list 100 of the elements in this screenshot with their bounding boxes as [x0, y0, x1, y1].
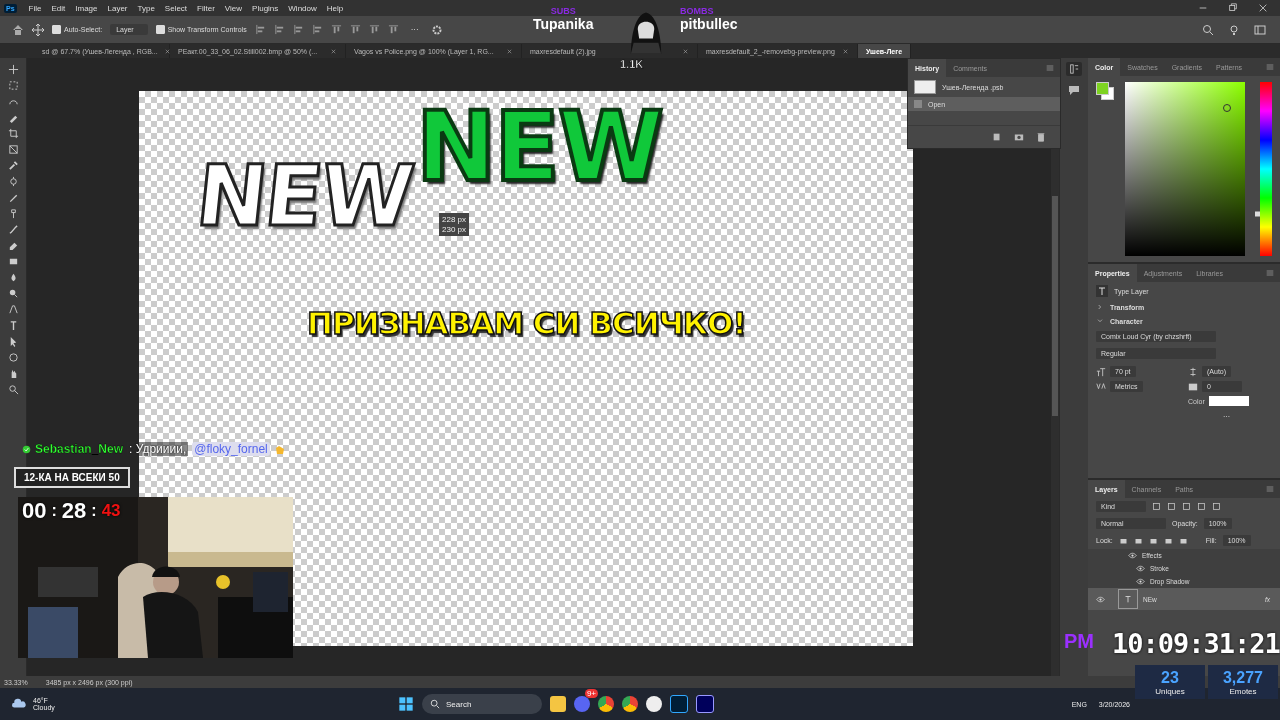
align-right-icon[interactable] — [292, 24, 304, 35]
stat-card: 3,277 Emotes — [1208, 665, 1278, 699]
comment-icon[interactable] — [1068, 84, 1080, 96]
canvas-text[interactable]: NEW — [191, 147, 417, 245]
image-filter-icon[interactable] — [1152, 502, 1161, 511]
search-icon — [430, 699, 440, 709]
type-icon — [1123, 594, 1133, 604]
hue-slider-thumb[interactable] — [1255, 211, 1260, 217]
visibility-icon[interactable] — [1136, 577, 1145, 586]
adjustment-filter-icon[interactable] — [1167, 502, 1176, 511]
close-icon[interactable] — [1258, 3, 1268, 13]
close-icon[interactable] — [682, 47, 689, 55]
menu-item[interactable]: Window — [284, 3, 321, 13]
align-bottom-icon[interactable] — [368, 24, 380, 35]
frame-icon[interactable] — [7, 144, 19, 155]
start-icon[interactable] — [398, 696, 414, 712]
subscriber-name: Tupanika — [533, 16, 594, 32]
zoom-icon[interactable] — [7, 384, 19, 395]
new-document-icon[interactable] — [992, 132, 1002, 142]
tracking-icon — [1188, 381, 1198, 392]
measure-tooltip: 228 px 230 px — [439, 213, 470, 236]
hue-slider[interactable] — [1255, 82, 1272, 256]
distribute-vertical-icon[interactable] — [387, 24, 399, 35]
chat-app-icon[interactable] — [574, 696, 590, 712]
align-center-icon[interactable] — [273, 24, 285, 35]
camera-icon[interactable] — [1014, 132, 1024, 142]
text-color-swatch[interactable] — [1208, 396, 1249, 406]
menu-item[interactable]: Filter — [193, 3, 219, 13]
chat-message: : Удрииии, — [127, 442, 189, 456]
notification-badge: 9+ — [584, 689, 598, 698]
menu-item[interactable]: File — [24, 3, 46, 13]
goal-banner: 12-КА НА ВСЕКИ 50 — [14, 467, 130, 488]
menu-item[interactable]: Image — [71, 3, 102, 13]
history-brush-icon[interactable] — [7, 224, 19, 235]
verified-icon — [22, 444, 31, 454]
marquee-icon[interactable] — [7, 80, 19, 91]
color-field[interactable] — [1125, 82, 1245, 256]
close-icon[interactable] — [163, 47, 171, 55]
menu-item[interactable]: Plugins — [248, 3, 283, 13]
menu-item[interactable]: View — [220, 3, 247, 13]
menu-item[interactable]: Edit — [47, 3, 70, 13]
browser-icon[interactable] — [598, 696, 614, 712]
visibility-icon[interactable] — [1136, 564, 1145, 573]
photoshop-icon[interactable] — [670, 695, 688, 713]
menu-item[interactable]: Help — [322, 3, 348, 13]
stat-card: 23 Uniques — [1135, 665, 1205, 699]
dodge-icon[interactable] — [7, 288, 19, 299]
home-icon[interactable] — [12, 23, 24, 36]
countdown-timer: 00 : 28 : 43 — [22, 498, 121, 524]
align-top-icon[interactable] — [330, 24, 342, 35]
crop-icon[interactable] — [7, 128, 19, 139]
restore-icon[interactable] — [1228, 3, 1238, 13]
brush-icon[interactable] — [7, 192, 19, 203]
close-icon[interactable] — [506, 47, 513, 55]
ellipse-icon[interactable] — [7, 352, 19, 363]
menu-item[interactable]: Layer — [103, 3, 132, 13]
type-filter-icon[interactable] — [1182, 502, 1191, 511]
history-panel-button[interactable] — [1066, 62, 1082, 76]
distribute-icon[interactable] — [311, 24, 323, 35]
menu-item[interactable]: Select — [160, 3, 192, 13]
smart-filter-icon[interactable] — [1212, 502, 1221, 511]
search-field[interactable]: Search — [422, 694, 542, 714]
healing-icon[interactable] — [7, 176, 19, 187]
align-left-icon[interactable] — [254, 24, 266, 35]
pen-icon[interactable] — [7, 304, 19, 315]
visibility-icon[interactable] — [1128, 551, 1137, 560]
play-icon[interactable] — [646, 696, 662, 712]
bomber-name: pitbullec — [680, 16, 738, 32]
premiere-icon[interactable] — [696, 695, 714, 713]
chat-username: Sebastian_New — [35, 442, 124, 456]
clock-period: PM — [1064, 630, 1094, 653]
close-icon[interactable] — [330, 47, 337, 55]
panel-icon[interactable] — [1254, 23, 1266, 36]
chevron-right-icon — [1096, 303, 1104, 311]
browser-icon[interactable] — [622, 696, 638, 712]
search-icon[interactable] — [1202, 23, 1214, 36]
type-icon — [1096, 285, 1108, 297]
move-icon[interactable] — [32, 23, 44, 36]
chat-mention: @floky_fornel — [192, 442, 270, 456]
more-button[interactable]: ··· — [406, 25, 423, 34]
settings-icon[interactable] — [430, 23, 443, 36]
eraser-icon[interactable] — [7, 240, 19, 251]
eyedropper-icon[interactable] — [7, 160, 19, 171]
bombs-label: BOMBS — [680, 6, 715, 16]
align-middle-icon[interactable] — [349, 24, 361, 35]
gradient-icon[interactable] — [7, 256, 19, 267]
trash-icon[interactable] — [1036, 132, 1046, 142]
history-icon — [1069, 64, 1079, 74]
kerning-icon — [1096, 381, 1106, 392]
font-size-icon — [1096, 366, 1106, 377]
shape-filter-icon[interactable] — [1197, 502, 1206, 511]
cloud-icon[interactable] — [10, 697, 28, 711]
follower-count-label: 1.1K — [620, 58, 644, 70]
visibility-icon[interactable] — [1096, 594, 1105, 604]
leading-icon — [1188, 366, 1198, 377]
lightbulb-icon[interactable] — [1228, 23, 1240, 36]
move-icon[interactable] — [7, 64, 19, 75]
stream-clock: 10:09:31:21 — [1112, 628, 1280, 659]
close-icon[interactable] — [842, 47, 849, 55]
menu-item[interactable]: Type — [133, 3, 159, 13]
